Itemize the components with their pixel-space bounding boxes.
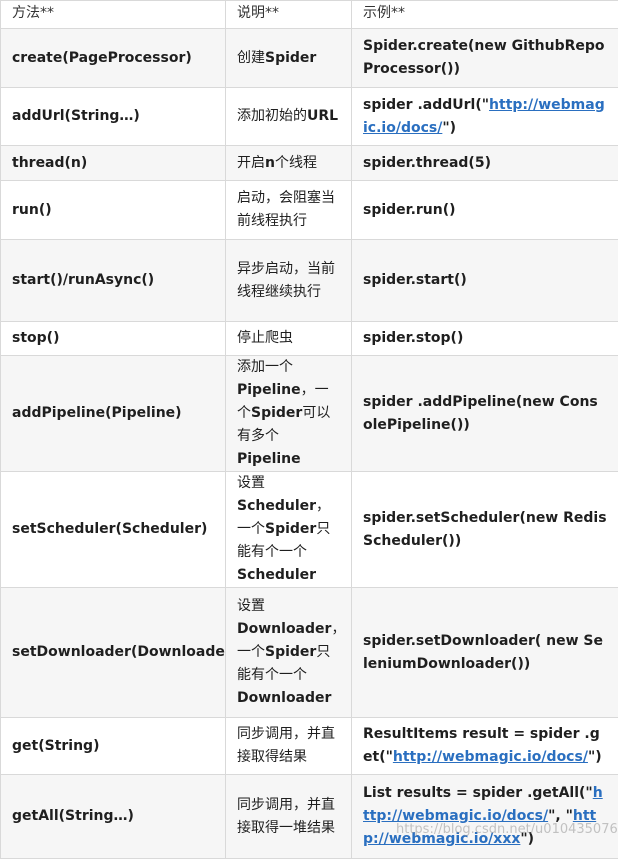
table-row: setDownloader(Downloader)设置Downloader，一个…: [1, 588, 618, 718]
example-cell: spider.setDownloader( new SeleniumDownlo…: [352, 588, 618, 718]
table-row: get(String) 同步调用，并直接取得结果 ResultItems resul…: [1, 718, 618, 775]
text-segment: 开启: [237, 155, 265, 171]
example-cell: Spider.create(new GithubRepoProcessor()): [352, 29, 618, 88]
example-cell: ResultItems result = spider .get("http:/…: [352, 718, 618, 775]
text-segment: List results = spider .getAll(": [363, 785, 593, 801]
table-row: addPipeline(Pipeline)添加一个Pipeline，一个Spid…: [1, 356, 618, 472]
method-cell: addPipeline(Pipeline): [1, 356, 226, 472]
text-segment: 个线程: [275, 155, 317, 171]
bold-term: Spider: [265, 644, 316, 660]
example-cell: spider.run(): [352, 181, 618, 240]
header-example: 示例**: [352, 1, 618, 29]
bold-term: n: [265, 155, 275, 171]
bold-term: Spider: [265, 50, 316, 66]
bold-term: URL: [307, 108, 338, 124]
table-row: stop() 停止爬虫 spider.stop(): [1, 322, 618, 356]
description-cell: 异步启动，当前线程继续执行: [226, 240, 352, 322]
table-row: thread(n)开启n个线程spider.thread(5): [1, 146, 618, 181]
header-description: 说明**: [226, 1, 352, 29]
text-segment: 创建: [237, 50, 265, 66]
description-cell: 停止爬虫: [226, 322, 352, 356]
description-cell: 设置Scheduler，一个Spider只能有个一个Scheduler: [226, 472, 352, 588]
table-row: getAll(String…) 同步调用，并直接取得一堆结果 List result…: [1, 775, 618, 859]
text-segment: 启动，会阻塞当前线程执行: [237, 190, 335, 229]
description-cell: 同步调用，并直接取得一堆结果: [226, 775, 352, 859]
api-table: 方法** 说明** 示例** create(PageProcessor)创建Sp…: [0, 0, 618, 859]
text-segment: spider .addUrl(": [363, 97, 489, 113]
table-row: create(PageProcessor)创建SpiderSpider.crea…: [1, 29, 618, 88]
text-segment: spider .addPipeline(new ConsolePipeline(…: [363, 394, 598, 433]
text-segment: 添加一个: [237, 359, 293, 375]
bold-term: Scheduler: [237, 567, 316, 583]
text-segment: 设置: [237, 475, 265, 491]
table-row: start()/runAsync() 异步启动，当前线程继续执行 spider.st…: [1, 240, 618, 322]
example-cell: spider.thread(5): [352, 146, 618, 181]
text-segment: 停止爬虫: [237, 330, 293, 346]
description-cell: 开启n个线程: [226, 146, 352, 181]
text-segment: Spider.create(new GithubRepoProcessor()): [363, 38, 605, 77]
example-cell: spider .addUrl("http://webmagic.io/docs/…: [352, 88, 618, 146]
method-cell: run(): [1, 181, 226, 240]
text-segment: spider.run(): [363, 202, 456, 218]
method-cell: addUrl(String…): [1, 88, 226, 146]
url-link[interactable]: http://webmagic.io/docs/: [393, 749, 588, 765]
description-cell: 同步调用，并直接取得结果: [226, 718, 352, 775]
text-segment: spider.setDownloader( new SeleniumDownlo…: [363, 633, 603, 672]
method-cell: thread(n): [1, 146, 226, 181]
description-cell: 设置Downloader，一个Spider只能有个一个Downloader: [226, 588, 352, 718]
text-segment: "): [588, 749, 602, 765]
example-cell: List results = spider .getAll("http://we…: [352, 775, 618, 859]
bold-term: Downloader: [237, 690, 331, 706]
text-segment: 添加初始的: [237, 108, 307, 124]
bold-term: Downloader: [237, 621, 331, 637]
text-segment: "): [520, 831, 534, 847]
text-segment: spider.start(): [363, 272, 467, 288]
text-segment: spider.stop(): [363, 330, 463, 346]
description-cell: 添加一个Pipeline，一个Spider可以有多个Pipeline: [226, 356, 352, 472]
text-segment: ", ": [548, 808, 573, 824]
example-cell: spider.setScheduler(new RedisScheduler()…: [352, 472, 618, 588]
bold-term: Scheduler: [237, 498, 316, 514]
description-cell: 启动，会阻塞当前线程执行: [226, 181, 352, 240]
table-row: setScheduler(Scheduler)设置Scheduler，一个Spi…: [1, 472, 618, 588]
table-row: addUrl(String…)添加初始的URLspider .addUrl("h…: [1, 88, 618, 146]
method-cell: start()/runAsync(): [1, 240, 226, 322]
bold-term: Spider: [251, 405, 302, 421]
table-row: run() 启动，会阻塞当前线程执行 spider.run(): [1, 181, 618, 240]
example-cell: spider .addPipeline(new ConsolePipeline(…: [352, 356, 618, 472]
text-segment: "): [442, 120, 456, 136]
header-row: 方法** 说明** 示例**: [1, 1, 618, 29]
text-segment: spider.thread(5): [363, 155, 491, 171]
description-cell: 创建Spider: [226, 29, 352, 88]
example-cell: spider.stop(): [352, 322, 618, 356]
method-cell: getAll(String…): [1, 775, 226, 859]
bold-term: Spider: [265, 521, 316, 537]
bold-term: Pipeline: [237, 382, 301, 398]
text-segment: 同步调用，并直接取得一堆结果: [237, 797, 335, 836]
method-cell: setDownloader(Downloader): [1, 588, 226, 718]
method-cell: stop(): [1, 322, 226, 356]
example-cell: spider.start(): [352, 240, 618, 322]
text-segment: spider.setScheduler(new RedisScheduler()…: [363, 510, 607, 549]
text-segment: 设置: [237, 598, 265, 614]
text-segment: 异步启动，当前线程继续执行: [237, 261, 335, 300]
bold-term: Pipeline: [237, 451, 301, 467]
method-cell: create(PageProcessor): [1, 29, 226, 88]
text-segment: 同步调用，并直接取得结果: [237, 726, 335, 765]
method-cell: get(String): [1, 718, 226, 775]
header-method: 方法**: [1, 1, 226, 29]
method-cell: setScheduler(Scheduler): [1, 472, 226, 588]
description-cell: 添加初始的URL: [226, 88, 352, 146]
